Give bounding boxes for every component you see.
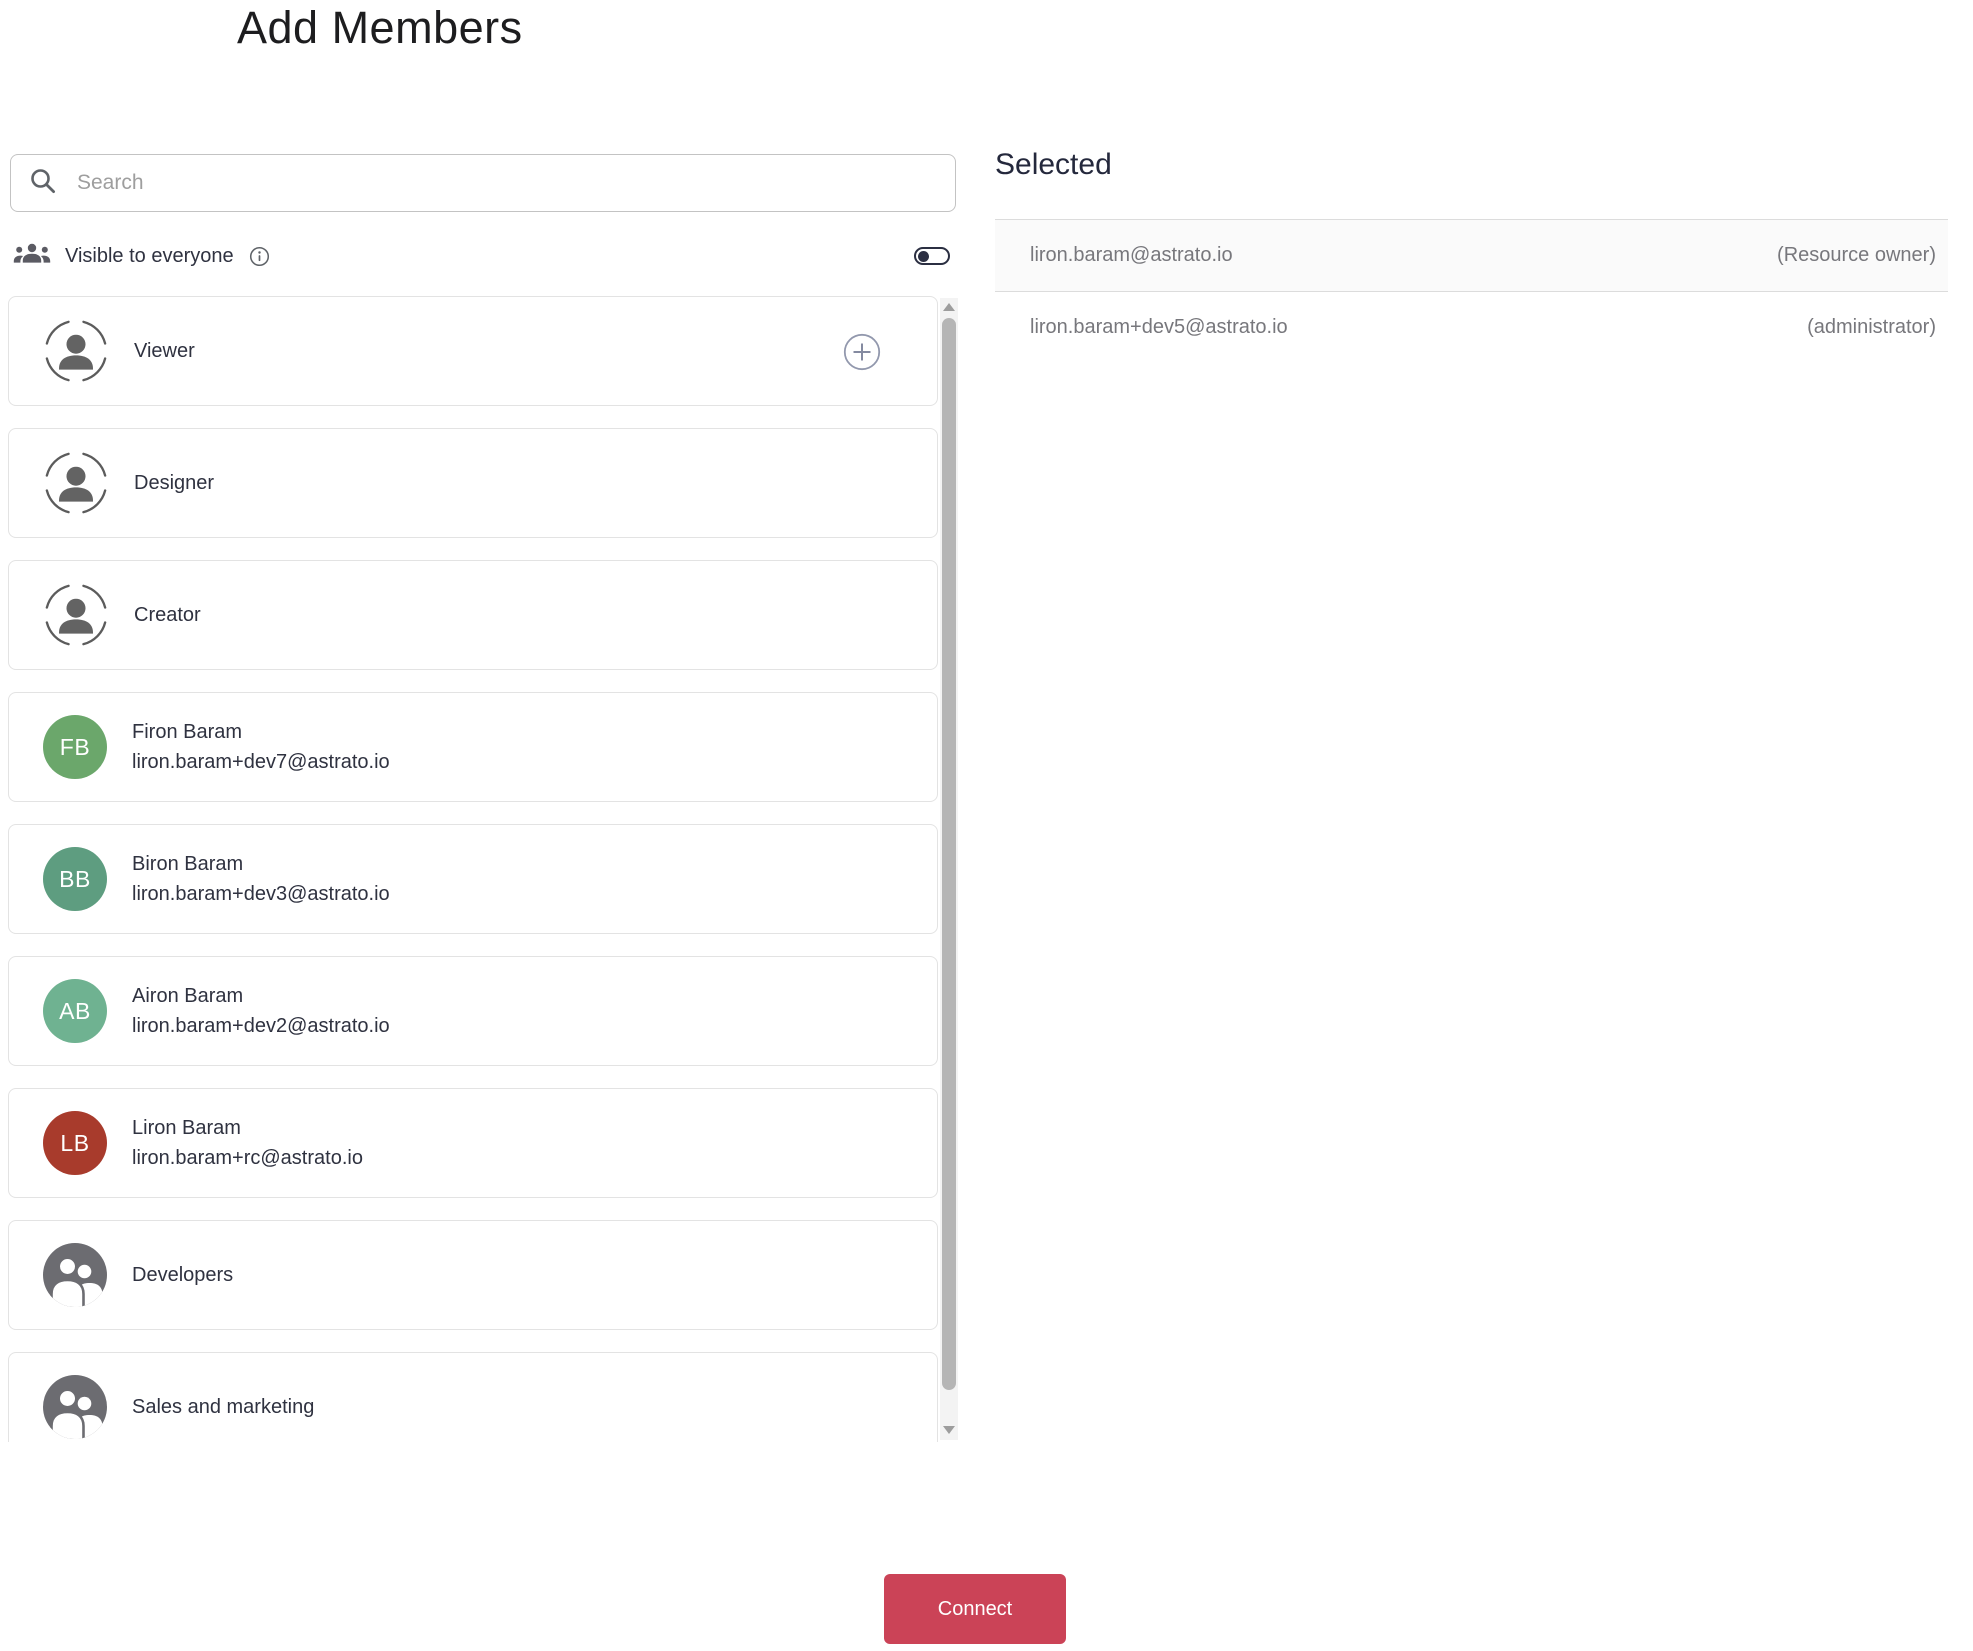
avatar: AB (43, 979, 107, 1043)
search-box[interactable] (10, 154, 956, 212)
group-avatar-icon (43, 1243, 107, 1307)
member-list: Viewer Designer Creator FB Firon Baram l… (8, 296, 958, 1442)
member-name: Liron Baram (132, 1116, 241, 1139)
group-avatar-icon (43, 1375, 107, 1439)
info-icon[interactable] (249, 246, 270, 267)
avatar: FB (43, 715, 107, 779)
list-item-user[interactable]: LB Liron Baram liron.baram+rc@astrato.io (8, 1088, 938, 1198)
role-avatar-icon (43, 318, 109, 384)
role-avatar-icon (43, 582, 109, 648)
list-item-user[interactable]: AB Airon Baram liron.baram+dev2@astrato.… (8, 956, 938, 1066)
search-icon (29, 167, 57, 200)
visibility-row: Visible to everyone (12, 237, 956, 275)
selected-role: (administrator) (1807, 316, 1936, 338)
add-members-dialog: Add Members Visible to everyone (0, 0, 1973, 1651)
visibility-label: Visible to everyone (65, 244, 234, 267)
selected-heading: Selected (995, 148, 1112, 181)
list-item-group[interactable]: Sales and marketing (8, 1352, 938, 1442)
scrollbar-thumb[interactable] (942, 318, 956, 1390)
list-item-role[interactable]: Viewer (8, 296, 938, 406)
selected-email: liron.baram+dev5@astrato.io (1030, 316, 1288, 338)
selected-role: (Resource owner) (1777, 244, 1936, 266)
visibility-toggle[interactable] (914, 247, 950, 265)
avatar: LB (43, 1111, 107, 1175)
avatar: BB (43, 847, 107, 911)
toggle-knob (918, 250, 929, 262)
list-item-role[interactable]: Creator (8, 560, 938, 670)
selected-list: liron.baram@astrato.io (Resource owner) … (995, 219, 1948, 363)
search-input[interactable] (77, 171, 939, 195)
add-member-button[interactable] (843, 333, 881, 371)
list-item-role[interactable]: Designer (8, 428, 938, 538)
selected-row[interactable]: liron.baram+dev5@astrato.io (administrat… (995, 291, 1948, 363)
scroll-down-icon[interactable] (943, 1426, 955, 1434)
role-label: Viewer (134, 339, 195, 362)
member-email: liron.baram+dev7@astrato.io (132, 750, 390, 773)
page-title: Add Members (237, 2, 523, 53)
connect-button[interactable]: Connect (884, 1574, 1066, 1644)
scrollbar[interactable] (940, 298, 958, 1440)
list-item-user[interactable]: FB Firon Baram liron.baram+dev7@astrato.… (8, 692, 938, 802)
people-group-icon (12, 241, 52, 272)
member-name: Firon Baram (132, 720, 243, 743)
role-label: Creator (134, 603, 201, 626)
selected-email: liron.baram@astrato.io (1030, 244, 1233, 266)
role-label: Designer (134, 471, 215, 494)
selected-row[interactable]: liron.baram@astrato.io (Resource owner) (995, 219, 1948, 291)
scroll-up-icon[interactable] (943, 303, 955, 311)
group-label: Sales and marketing (132, 1395, 315, 1418)
list-item-user[interactable]: BB Biron Baram liron.baram+dev3@astrato.… (8, 824, 938, 934)
member-email: liron.baram+dev2@astrato.io (132, 1014, 390, 1037)
group-label: Developers (132, 1263, 234, 1286)
list-item-group[interactable]: Developers (8, 1220, 938, 1330)
member-name: Biron Baram (132, 852, 244, 875)
member-name: Airon Baram (132, 984, 244, 1007)
member-email: liron.baram+rc@astrato.io (132, 1146, 363, 1169)
role-avatar-icon (43, 450, 109, 516)
member-email: liron.baram+dev3@astrato.io (132, 882, 390, 905)
